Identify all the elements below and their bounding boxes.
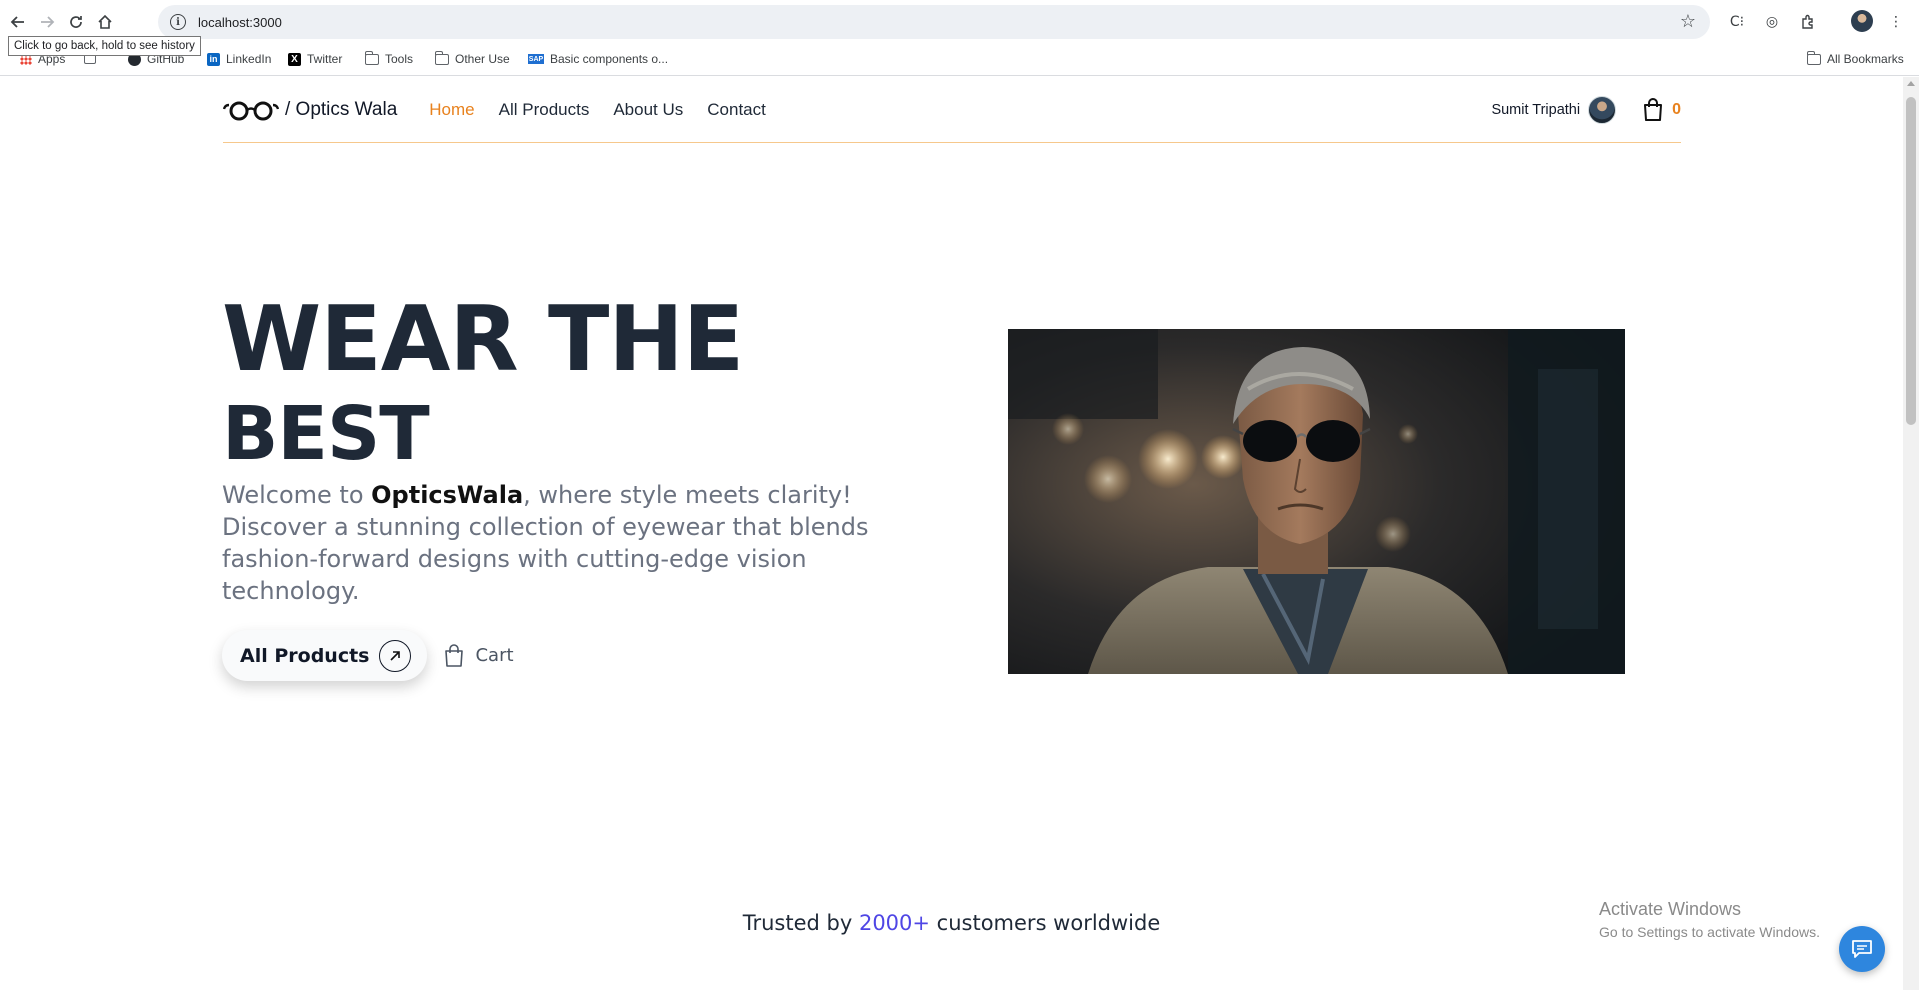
hero-title-line1: WEAR THE (222, 287, 744, 392)
nav-contact[interactable]: Contact (707, 100, 766, 120)
bookmark-twitter[interactable]: X Twitter (288, 52, 342, 66)
hero-desc-intro: Welcome to (222, 481, 372, 509)
bookmarks-bar: Apps GitHub in LinkedIn X Twitter Tools … (0, 44, 1919, 76)
sap-icon: SAP (528, 54, 544, 64)
user-area: Sumit Tripathi 0 (1491, 95, 1681, 124)
header-cart-button[interactable]: 0 (1642, 97, 1681, 122)
back-button[interactable] (4, 9, 32, 35)
shopping-bag-icon (445, 643, 464, 667)
arrow-up-right-icon (379, 639, 412, 672)
site-header: / Optics Wala Home All Products About Us… (223, 77, 1681, 143)
logo-text: / Optics Wala (285, 98, 398, 120)
browser-menu-icon[interactable]: ⋮ (1885, 11, 1907, 33)
bookmark-tools[interactable]: Tools (364, 50, 413, 66)
customer-count: 2000+ (858, 911, 930, 935)
back-button-tooltip: Click to go back, hold to see history (8, 36, 201, 56)
bookmark-linkedin[interactable]: in LinkedIn (207, 52, 271, 66)
page-scrollbar[interactable] (1903, 77, 1919, 990)
nav-home[interactable]: Home (429, 100, 474, 120)
page-viewport: / Optics Wala Home All Products About Us… (0, 77, 1903, 990)
bookmark-basic-components[interactable]: SAP Basic components o... (528, 52, 668, 66)
trusted-suffix: customers worldwide (930, 911, 1161, 935)
nav-about-us[interactable]: About Us (613, 100, 683, 120)
user-avatar[interactable] (1588, 95, 1617, 124)
main-nav: Home All Products About Us Contact (429, 100, 766, 120)
site-logo[interactable]: / Optics Wala (223, 99, 397, 121)
nav-all-products[interactable]: All Products (499, 100, 590, 120)
shopping-bag-icon (1644, 97, 1663, 121)
bookmark-other-use[interactable]: Other Use (434, 50, 510, 66)
home-button[interactable] (91, 9, 119, 35)
extensions-puzzle-icon[interactable] (1797, 11, 1819, 33)
address-bar[interactable]: i localhost:3000 ☆ (158, 5, 1710, 39)
url-text[interactable]: localhost:3000 (198, 15, 282, 30)
folder-icon (434, 50, 449, 65)
user-name[interactable]: Sumit Tripathi (1491, 102, 1580, 118)
scrollbar-thumb[interactable] (1906, 97, 1916, 425)
hero-image (1008, 329, 1625, 674)
extension-circle-icon[interactable]: ◎ (1761, 11, 1783, 33)
all-products-label: All Products (240, 644, 370, 667)
hero-title: WEAR THE BEST (222, 287, 744, 477)
x-twitter-icon: X (288, 52, 301, 66)
scroll-up-icon[interactable] (1907, 81, 1915, 86)
arrow-right-icon (41, 16, 55, 28)
extension-c-icon[interactable]: C⁝ (1726, 11, 1748, 33)
reload-button[interactable] (62, 9, 90, 35)
bookmark-all-bookmarks[interactable]: All Bookmarks (1806, 50, 1904, 66)
hero-desc-brand: OpticsWala (371, 481, 524, 509)
activate-windows-title: Activate Windows (1599, 899, 1742, 919)
chat-bubble-icon (1852, 940, 1872, 958)
folder-icon (1806, 50, 1821, 65)
hero-actions: All Products Cart (222, 630, 514, 681)
home-icon (98, 14, 112, 29)
hero-description: Welcome to OpticsWala, where style meets… (222, 479, 882, 607)
cart-count-badge: 0 (1672, 100, 1681, 118)
man-with-sunglasses-photo (1008, 329, 1625, 674)
chat-widget-button[interactable] (1839, 926, 1885, 972)
forward-button[interactable] (33, 9, 61, 35)
arrow-left-icon (10, 16, 24, 28)
site-info-icon[interactable]: i (170, 14, 186, 30)
reload-icon (70, 16, 82, 28)
glasses-logo-icon (223, 101, 279, 120)
all-products-button[interactable]: All Products (222, 630, 428, 681)
folder-icon (364, 50, 379, 65)
cart-button[interactable]: Cart (443, 643, 514, 668)
linkedin-icon: in (207, 52, 220, 66)
bookmark-star-icon[interactable]: ☆ (1680, 11, 1696, 32)
cart-label: Cart (475, 645, 514, 666)
browser-toolbar: i localhost:3000 ☆ C⁝ ◎ ⋮ (0, 0, 1919, 44)
windows-activation-watermark: Activate Windows Go to Settings to activ… (1599, 899, 1820, 940)
hero-title-line2: BEST (222, 391, 430, 477)
trusted-prefix: Trusted by (742, 911, 859, 935)
activate-windows-subtitle: Go to Settings to activate Windows. (1599, 924, 1820, 940)
profile-avatar-icon[interactable] (1851, 10, 1873, 32)
